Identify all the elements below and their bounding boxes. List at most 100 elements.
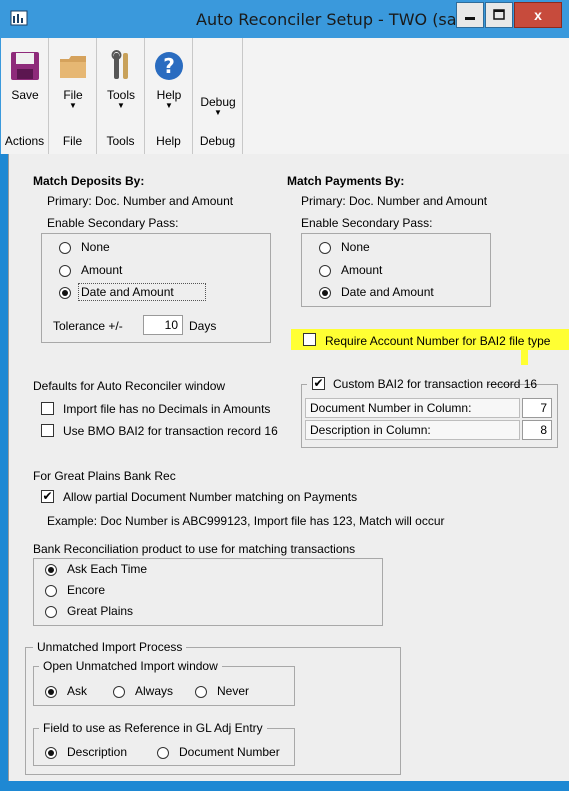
title-bar[interactable]: Auto Reconciler Setup - TWO (sa) x [0,0,569,38]
tools-button-label: Tools [106,88,135,102]
ribbon-group-label-debug: Debug [199,134,236,148]
app-window: Auto Reconciler Setup - TWO (sa) x Save … [0,0,569,791]
ribbon-group-file: File ▼ File [49,38,97,154]
help-button[interactable]: ? Help ▼ [147,50,191,110]
encore-radio[interactable] [45,585,57,597]
unmatched-heading: Unmatched Import Process [33,640,187,654]
open-never-label: Never [217,684,250,698]
setup-form: Match Deposits By: Primary: Doc. Number … [8,154,569,781]
tools-icon [105,50,137,82]
payments-date-amount-radio[interactable] [319,287,331,299]
bank-product-heading: Bank Reconciliation product to use for m… [33,542,356,556]
payments-secondary-label: Enable Secondary Pass: [301,216,433,230]
deposits-none-radio[interactable] [59,242,71,254]
folder-icon [57,50,89,82]
deposits-amount-label: Amount [81,263,123,277]
ribbon-group-label-tools: Tools [106,134,135,148]
checkmark-icon: ✔ [313,376,324,390]
ribbon-group-label-actions: Actions [4,134,45,148]
ref-description-radio[interactable] [45,747,57,759]
close-icon: x [534,7,542,23]
chevron-down-icon: ▼ [69,101,77,110]
app-icon [10,9,28,27]
open-window-heading: Open Unmatched Import window [39,659,222,673]
desc-col-label: Description in Column: [310,423,431,437]
open-ask-label: Ask [67,684,88,698]
payments-primary: Primary: Doc. Number and Amount [301,194,488,208]
ask-each-time-label: Ask Each Time [67,562,148,576]
help-icon: ? [153,50,185,82]
window-bottom-border [0,781,569,791]
payments-heading: Match Payments By: [287,174,405,188]
window-title: Auto Reconciler Setup - TWO (sa) [196,10,463,29]
deposits-heading: Match Deposits By: [33,174,145,188]
no-decimals-label: Import file has no Decimals in Amounts [63,402,271,416]
save-icon [9,50,41,82]
payments-amount-radio[interactable] [319,265,331,277]
tools-button[interactable]: Tools ▼ [99,50,143,110]
payments-none-radio[interactable] [319,242,331,254]
chevron-down-icon: ▼ [214,108,222,117]
gp-bank-rec-heading: For Great Plains Bank Rec [33,469,176,483]
close-button[interactable]: x [514,2,562,28]
ribbon-group-debug: Debug ▼ Debug [193,38,243,154]
open-always-radio[interactable] [113,686,125,698]
great-plains-radio[interactable] [45,606,57,618]
deposits-secondary-label: Enable Secondary Pass: [47,216,179,230]
ref-doc-number-label: Document Number [179,745,280,759]
custom-bai2-checkbox[interactable]: ✔ [312,377,325,390]
debug-button[interactable]: Debug ▼ [196,95,240,117]
partial-match-example: Example: Doc Number is ABC999123, Import… [47,514,445,528]
minimize-button[interactable] [456,2,484,28]
ribbon-group-actions: Save Actions [1,38,49,154]
bmo-bai2-checkbox[interactable] [41,424,54,437]
payments-date-amount-label: Date and Amount [341,285,434,299]
checkmark-icon: ✔ [42,489,53,503]
deposits-date-amount-label: Date and Amount [81,285,174,299]
partial-match-label: Allow partial Document Number matching o… [63,490,358,504]
open-ask-radio[interactable] [45,686,57,698]
save-button-label: Save [11,88,39,102]
tolerance-unit: Days [189,319,217,333]
payments-amount-label: Amount [341,263,383,277]
payments-none-label: None [341,240,370,254]
highlight-marker-tail [521,349,528,365]
help-button-label: Help [156,88,182,102]
custom-bai2-label: Custom BAI2 for transaction record 16 [333,377,538,391]
tolerance-input[interactable]: 10 [143,315,183,335]
file-button-label: File [63,88,83,102]
ribbon-group-help: ? Help ▼ Help [145,38,193,154]
deposits-amount-radio[interactable] [59,265,71,277]
ribbon-group-label-file: File [62,134,83,148]
ref-field-heading: Field to use as Reference in GL Adj Entr… [39,721,267,735]
file-button[interactable]: File ▼ [51,50,95,110]
ref-description-label: Description [67,745,128,759]
ribbon: Save Actions File ▼ File Tools ▼ Tools ?… [0,38,569,154]
chevron-down-icon: ▼ [117,101,125,110]
require-account-checkbox[interactable] [303,333,316,346]
svg-text:?: ? [163,54,175,78]
ask-each-time-radio[interactable] [45,564,57,576]
doc-col-label: Document Number in Column: [310,401,472,415]
partial-match-checkbox[interactable]: ✔ [41,490,54,503]
open-never-radio[interactable] [195,686,207,698]
deposits-date-amount-radio[interactable] [59,287,71,299]
bmo-bai2-label: Use BMO BAI2 for transaction record 16 [63,424,278,438]
desc-col-input[interactable]: 8 [522,420,552,440]
debug-button-label: Debug [200,95,236,109]
chevron-down-icon: ▼ [165,101,173,110]
no-decimals-checkbox[interactable] [41,402,54,415]
ref-doc-number-radio[interactable] [157,747,169,759]
tolerance-label: Tolerance +/- [53,319,123,333]
require-account-label: Require Account Number for BAI2 file typ… [325,334,551,348]
great-plains-label: Great Plains [67,604,134,618]
encore-label: Encore [67,583,106,597]
deposits-none-label: None [81,240,110,254]
maximize-button[interactable] [485,2,513,28]
ribbon-group-tools: Tools ▼ Tools [97,38,145,154]
open-always-label: Always [135,684,174,698]
defaults-heading: Defaults for Auto Reconciler window [33,379,226,393]
ribbon-group-label-help: Help [156,134,181,148]
doc-col-input[interactable]: 7 [522,398,552,418]
save-button[interactable]: Save [3,50,47,102]
